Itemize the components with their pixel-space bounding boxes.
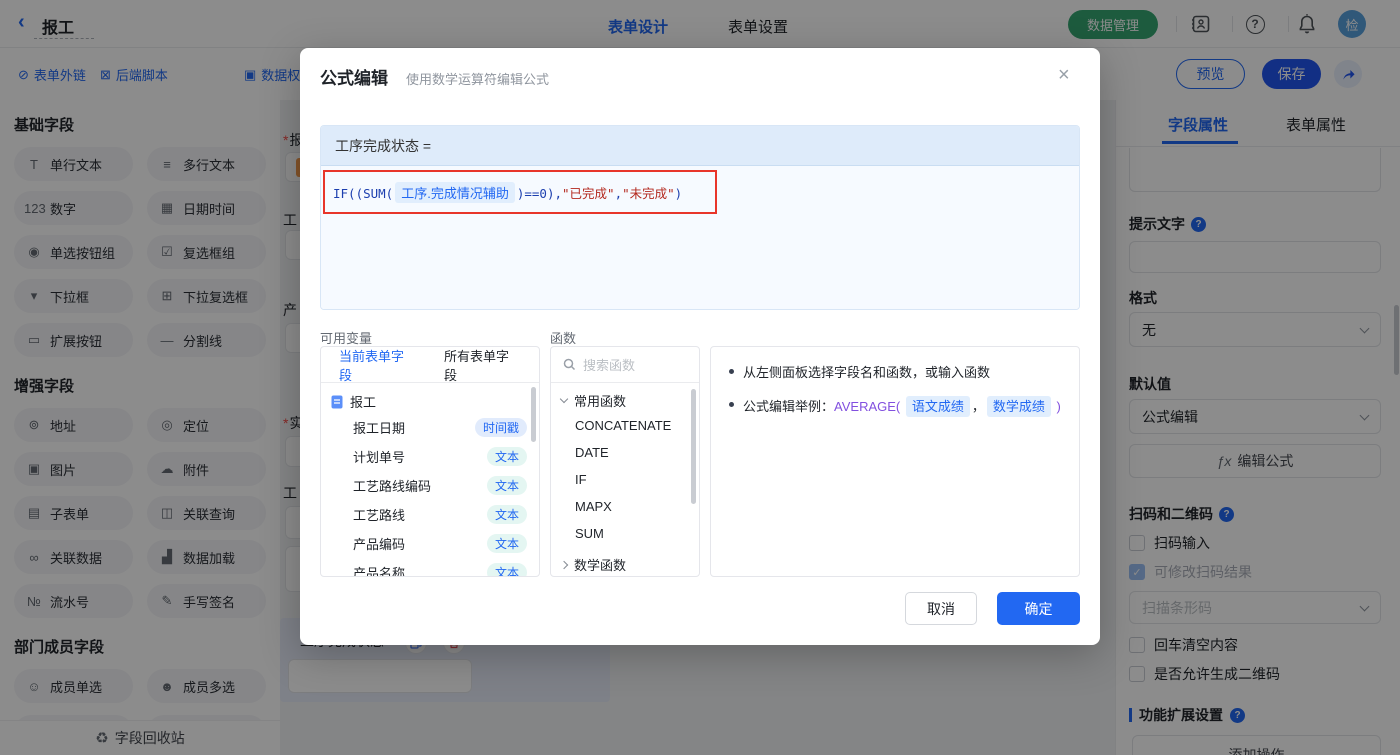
bullet-icon [729,369,734,374]
variable-type-badge: 文本 [486,447,527,466]
document-icon [331,395,343,408]
function-item[interactable]: IF [551,466,699,493]
variable-name: 报工日期 [353,421,406,436]
chevron-right-icon [559,560,569,569]
functions-scrollbar[interactable] [691,389,696,504]
help-line-1: 从左侧面板选择字段名和函数，或输入函数 [729,363,1061,383]
function-item[interactable]: CONCATENATE [551,412,699,439]
variable-type-badge: 文本 [486,476,527,495]
search-icon [563,358,576,371]
variable-name: 产品名称 [353,566,406,577]
help-line-2: 公式编辑举例：AVERAGE( 语文成绩，数学成绩 ) [729,395,1061,417]
function-group-common[interactable]: 常用函数 [551,383,699,412]
bullet-icon [729,401,734,407]
variable-name: 产品编码 [353,537,406,552]
modal-title: 公式编辑 [320,69,388,88]
variables-scrollbar[interactable] [531,387,536,442]
confirm-button[interactable]: 确定 [997,592,1080,625]
modal-subtitle: 使用数学运算符编辑公式 [406,72,550,87]
variable-row[interactable]: 产品名称 文本 [321,558,539,577]
variable-type-badge: 文本 [486,563,527,576]
formula-expression[interactable]: IF((SUM(工序.完成情况辅助)==0),"已完成","未完成") [333,181,682,203]
variable-name: 工艺路线编码 [353,479,432,494]
formula-highlight-box: IF((SUM(工序.完成情况辅助)==0),"已完成","未完成") [323,170,717,214]
chevron-down-icon [559,394,569,404]
variable-row[interactable]: 工艺路线编码 文本 [321,471,539,500]
variables-label: 可用变量 [320,331,373,346]
functions-panel: 搜索函数 常用函数 CONCATENATE DATE IF MAPX SUM 数… [550,346,700,577]
field-reference-chip[interactable]: 工序.完成情况辅助 [395,181,515,203]
variable-name: 工艺路线 [353,508,406,523]
variable-row[interactable]: 工艺路线 文本 [321,500,539,529]
function-group-text[interactable]: 文本函数 [551,576,699,577]
variables-list: 报工日期 时间戳 计划单号 文本 工艺路线编码 文本 工艺路线 文本 产品编码 … [321,413,539,577]
function-item[interactable]: SUM [551,520,699,547]
function-search[interactable]: 搜索函数 [551,347,699,383]
functions-label: 函数 [550,331,577,346]
variable-type-badge: 文本 [486,534,527,553]
formula-input-area[interactable]: IF((SUM(工序.完成情况辅助)==0),"已完成","未完成") [321,166,1079,309]
tab-current-form-fields[interactable]: 当前表单字段 [339,347,416,384]
function-item[interactable]: MAPX [551,493,699,520]
variable-row[interactable]: 产品编码 文本 [321,529,539,558]
example-field-chip: 数学成绩 [986,395,1051,417]
cancel-button[interactable]: 取消 [905,592,977,625]
variables-panel: 当前表单字段 所有表单字段 报工 报工日期 时间戳 计划单号 文本 工艺路线编码… [320,346,540,577]
variable-name: 计划单号 [353,450,406,465]
formula-target: 工序完成状态 = [321,126,1079,166]
example-field-chip: 语文成绩 [905,395,970,417]
formula-editor: 工序完成状态 = IF((SUM(工序.完成情况辅助)==0),"已完成","未… [320,125,1080,310]
form-tree-root[interactable]: 报工 [321,383,539,413]
variable-row[interactable]: 报工日期 时间戳 [321,413,539,442]
search-placeholder: 搜索函数 [583,358,636,373]
variable-row[interactable]: 计划单号 文本 [321,442,539,471]
function-item[interactable]: DATE [551,439,699,466]
tab-all-form-fields[interactable]: 所有表单字段 [444,347,521,384]
form-designer-app: ‹ 报工 表单设计 表单设置 数据管理 ? 检 ⊘ 表单外链 ⊠ 后端脚本 ▣ [0,0,1400,755]
variable-type-badge: 文本 [486,505,527,524]
close-icon[interactable]: × [1058,64,1070,87]
function-group-math[interactable]: 数学函数 [551,547,699,576]
formula-editor-modal: 公式编辑 使用数学运算符编辑公式 × 工序完成状态 = IF((SUM(工序.完… [300,48,1100,645]
help-panel: 从左侧面板选择字段名和函数，或输入函数 公式编辑举例：AVERAGE( 语文成绩… [710,346,1080,577]
common-functions-list: CONCATENATE DATE IF MAPX SUM [551,412,699,547]
variable-type-badge: 时间戳 [474,418,527,437]
function-name-example: AVERAGE( [834,398,901,414]
